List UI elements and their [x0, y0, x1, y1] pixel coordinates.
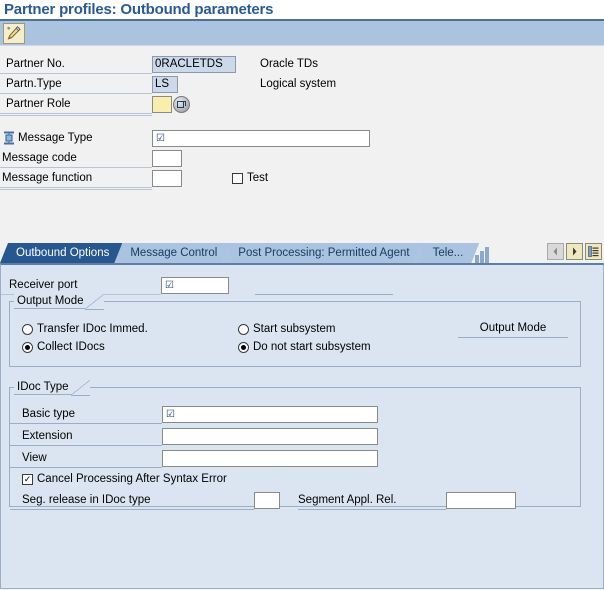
tab-list: Outbound Options Message Control Post Pr…: [0, 241, 490, 263]
hierarchy-node-icon: [4, 131, 14, 145]
radio-button[interactable]: [238, 323, 249, 335]
partner-no-row: Partner No. 0RACLETDS Oracle TDs: [0, 54, 604, 74]
test-checkbox-group[interactable]: ✓ Test: [232, 172, 268, 184]
test-checkbox[interactable]: ✓: [232, 172, 243, 184]
outbound-options-panel: Receiver port ☑ Output Mode Transfer IDo…: [0, 263, 604, 589]
partner-role-label: Partner Role: [0, 95, 152, 114]
segment-release-row: Seg. release in IDoc type Segment Appl. …: [10, 490, 580, 510]
receiver-port-field[interactable]: ☑: [161, 276, 229, 294]
radio-label: Do not start subsystem: [253, 341, 371, 353]
view-row: View: [10, 448, 580, 468]
tab-next-button[interactable]: [566, 243, 583, 260]
tabstrip: Outbound Options Message Control Post Pr…: [0, 241, 604, 263]
message-code-field[interactable]: [152, 149, 182, 167]
tab-list-button[interactable]: [585, 243, 602, 260]
output-mode-left-column: Transfer IDoc Immed. Collect IDocs: [22, 320, 148, 356]
cancel-processing-checkbox-group[interactable]: ✓ Cancel Processing After Syntax Error: [22, 473, 580, 485]
message-function-row: Message function ✓ Test: [0, 168, 604, 188]
partner-type-field[interactable]: LS: [152, 75, 178, 93]
group-title-tail: [70, 379, 90, 396]
view-field[interactable]: [162, 449, 378, 467]
partner-no-description: Oracle TDs: [260, 58, 318, 70]
radio-label: Transfer IDoc Immed.: [37, 323, 148, 335]
field-dropdown-glyph: ☑: [156, 132, 165, 144]
basic-type-row: Basic type ☑: [10, 404, 580, 424]
extension-row: Extension: [10, 426, 580, 446]
radio-button[interactable]: [22, 323, 33, 335]
pencil-icon: [7, 26, 21, 40]
group-title-tail: [85, 293, 105, 310]
partner-role-baseline: [0, 114, 152, 116]
chevron-left-icon: [553, 247, 557, 256]
tab-telephony[interactable]: Tele...: [415, 243, 480, 263]
field-dropdown-glyph: ☑: [165, 279, 174, 291]
partner-no-field[interactable]: 0RACLETDS: [152, 55, 236, 73]
radio-start-subsystem[interactable]: Start subsystem: [238, 320, 371, 338]
segment-appl-rel-field[interactable]: [446, 491, 516, 509]
toolbar: [0, 21, 604, 46]
radio-transfer-idoc-immediately[interactable]: Transfer IDoc Immed.: [22, 320, 148, 338]
tabstrip-nav: [547, 243, 602, 260]
idoc-type-group: IDoc Type Basic type ☑ Extension View ✓ …: [9, 379, 581, 510]
message-function-field[interactable]: [152, 169, 182, 187]
receiver-port-description: [255, 276, 393, 295]
output-mode-right-column: Start subsystem Do not start subsystem: [238, 320, 371, 356]
seg-release-field[interactable]: [254, 491, 280, 509]
segment-appl-rel-label: Segment Appl. Rel.: [298, 491, 446, 510]
partner-role-field[interactable]: [152, 95, 172, 113]
search-help-icon[interactable]: [173, 95, 190, 113]
page-title: Partner profiles: Outbound parameters: [4, 1, 274, 18]
seg-release-label: Seg. release in IDoc type: [10, 491, 254, 510]
receiver-port-label: Receiver port: [1, 276, 161, 295]
receiver-port-row: Receiver port ☑: [1, 275, 603, 295]
field-dropdown-glyph: ☑: [166, 408, 175, 420]
output-mode-group: Output Mode Transfer IDoc Immed. Collect…: [9, 293, 581, 367]
radio-button[interactable]: [22, 341, 33, 353]
partner-role-row: Partner Role: [0, 94, 604, 114]
partner-header-form: Partner No. 0RACLETDS Oracle TDs Partn.T…: [0, 54, 604, 241]
title-bar: Partner profiles: Outbound parameters: [0, 0, 604, 21]
test-label: Test: [247, 172, 269, 184]
tab-prev-button[interactable]: [547, 243, 564, 260]
message-function-label: Message function: [0, 169, 152, 188]
tab-post-processing-permitted-agent[interactable]: Post Processing: Permitted Agent: [222, 243, 422, 263]
partner-type-row: Partn.Type LS Logical system: [0, 74, 604, 94]
message-function-baseline: [0, 188, 152, 190]
tab-message-control[interactable]: Message Control: [114, 243, 230, 263]
idoc-type-group-title: IDoc Type: [14, 379, 90, 396]
radio-label: Start subsystem: [253, 323, 336, 335]
tab-list-icon: [588, 246, 599, 257]
radio-collect-idocs[interactable]: Collect IDocs: [22, 338, 148, 356]
search-help-glyph: [177, 100, 186, 108]
radio-label: Collect IDocs: [37, 341, 105, 353]
message-code-label: Message code: [0, 149, 152, 168]
radio-do-not-start-subsystem[interactable]: Do not start subsystem: [238, 338, 371, 356]
partner-type-label: Partn.Type: [0, 75, 152, 94]
message-type-field[interactable]: ☑: [152, 129, 370, 147]
basic-type-field[interactable]: ☑: [162, 405, 378, 423]
chevron-right-icon: [573, 247, 577, 256]
partner-type-description: Logical system: [260, 78, 337, 90]
cancel-processing-checkbox[interactable]: ✓: [22, 473, 33, 485]
basic-type-label: Basic type: [10, 405, 162, 424]
output-mode-group-title: Output Mode: [14, 293, 105, 310]
message-type-row: Message Type ☑: [0, 128, 604, 148]
display-change-button[interactable]: [3, 22, 25, 44]
output-mode-side-text: Output Mode: [458, 321, 568, 338]
view-label: View: [10, 449, 162, 468]
radio-button[interactable]: [238, 341, 249, 353]
extension-field[interactable]: [162, 427, 378, 445]
cancel-processing-label: Cancel Processing After Syntax Error: [37, 473, 227, 485]
tab-outbound-options[interactable]: Outbound Options: [0, 243, 122, 263]
message-code-row: Message code: [0, 148, 604, 168]
partner-no-label: Partner No.: [0, 55, 152, 74]
extension-label: Extension: [10, 427, 162, 446]
message-type-node: [0, 131, 18, 145]
message-type-label: Message Type: [18, 132, 93, 144]
